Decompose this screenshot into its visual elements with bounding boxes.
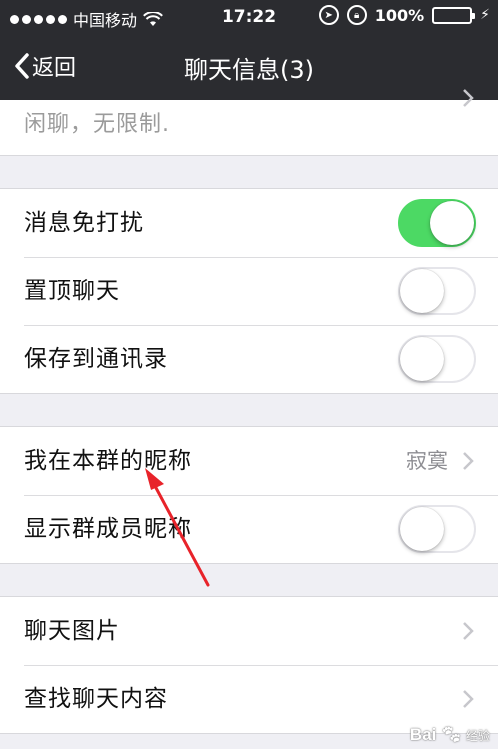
row-save-to-contacts: 保存到通讯录 <box>0 325 498 393</box>
chevron-right-icon <box>463 690 474 708</box>
watermark-brand: Bai <box>409 725 437 744</box>
row-chat-images[interactable]: 聊天图片 <box>0 597 498 665</box>
pin-chat-switch[interactable] <box>398 267 476 315</box>
chevron-right-icon <box>463 452 474 470</box>
charging-icon: ⚡︎ <box>480 7 490 23</box>
settings-group-toggles: 消息免打扰 置顶聊天 保存到通讯录 <box>0 188 498 394</box>
rotation-lock-icon: 🔒︎ <box>346 5 367 25</box>
status-right: ➤ 🔒︎ 100% ⚡︎ <box>318 5 490 25</box>
row-label: 聊天图片 <box>24 618 120 644</box>
battery-percent: 100% <box>374 5 425 25</box>
row-label: 置顶聊天 <box>24 278 120 304</box>
chevron-right-icon <box>463 89 474 107</box>
watermark-suffix: 经验 <box>465 728 490 743</box>
row-label: 显示群成员昵称 <box>24 516 192 542</box>
switch-knob <box>400 507 444 551</box>
show-member-nickname-switch[interactable] <box>398 505 476 553</box>
navigation-bar: 返回 聊天信息(3) <box>0 34 498 100</box>
nickname-value: 寂寞 <box>406 449 448 473</box>
settings-group-nickname: 我在本群的昵称 寂寞 显示群成员昵称 <box>0 426 498 564</box>
watermark: Bai 🐾︎ 经验 <box>410 725 490 745</box>
status-bar: 中国移动 17:22 ➤ 🔒︎ 100% ⚡︎ <box>0 0 498 34</box>
page-title: 聊天信息(3) <box>184 56 314 84</box>
settings-group-media: 聊天图片 查找聊天内容 <box>0 596 498 734</box>
chevron-right-icon <box>463 622 474 640</box>
paw-icon: 🐾︎ <box>440 725 462 744</box>
row-pin-chat: 置顶聊天 <box>0 257 498 325</box>
battery-icon <box>432 6 476 24</box>
row-label: 查找聊天内容 <box>24 686 168 712</box>
location-icon: ➤ <box>318 5 339 25</box>
save-to-contacts-switch[interactable] <box>398 335 476 383</box>
switch-knob <box>400 269 444 313</box>
group-announcement-row[interactable]: 闲聊，无限制. <box>0 89 498 156</box>
row-label: 消息免打扰 <box>24 210 144 236</box>
row-mute-notifications: 消息免打扰 <box>0 189 498 257</box>
row-show-member-nickname: 显示群成员昵称 <box>0 495 498 563</box>
row-search-chat-content[interactable]: 查找聊天内容 <box>0 665 498 733</box>
mute-notifications-switch[interactable] <box>398 199 476 247</box>
row-label: 我在本群的昵称 <box>24 448 192 474</box>
switch-knob <box>430 201 474 245</box>
row-my-group-nickname[interactable]: 我在本群的昵称 寂寞 <box>0 427 498 495</box>
row-label: 保存到通讯录 <box>24 346 168 372</box>
switch-knob <box>400 337 444 381</box>
settings-list: 闲聊，无限制. 消息免打扰 置顶聊天 保存到通讯录 我在本群的昵称 寂寞 显示群… <box>0 89 498 734</box>
group-announcement-text: 闲聊，无限制. <box>24 112 170 137</box>
